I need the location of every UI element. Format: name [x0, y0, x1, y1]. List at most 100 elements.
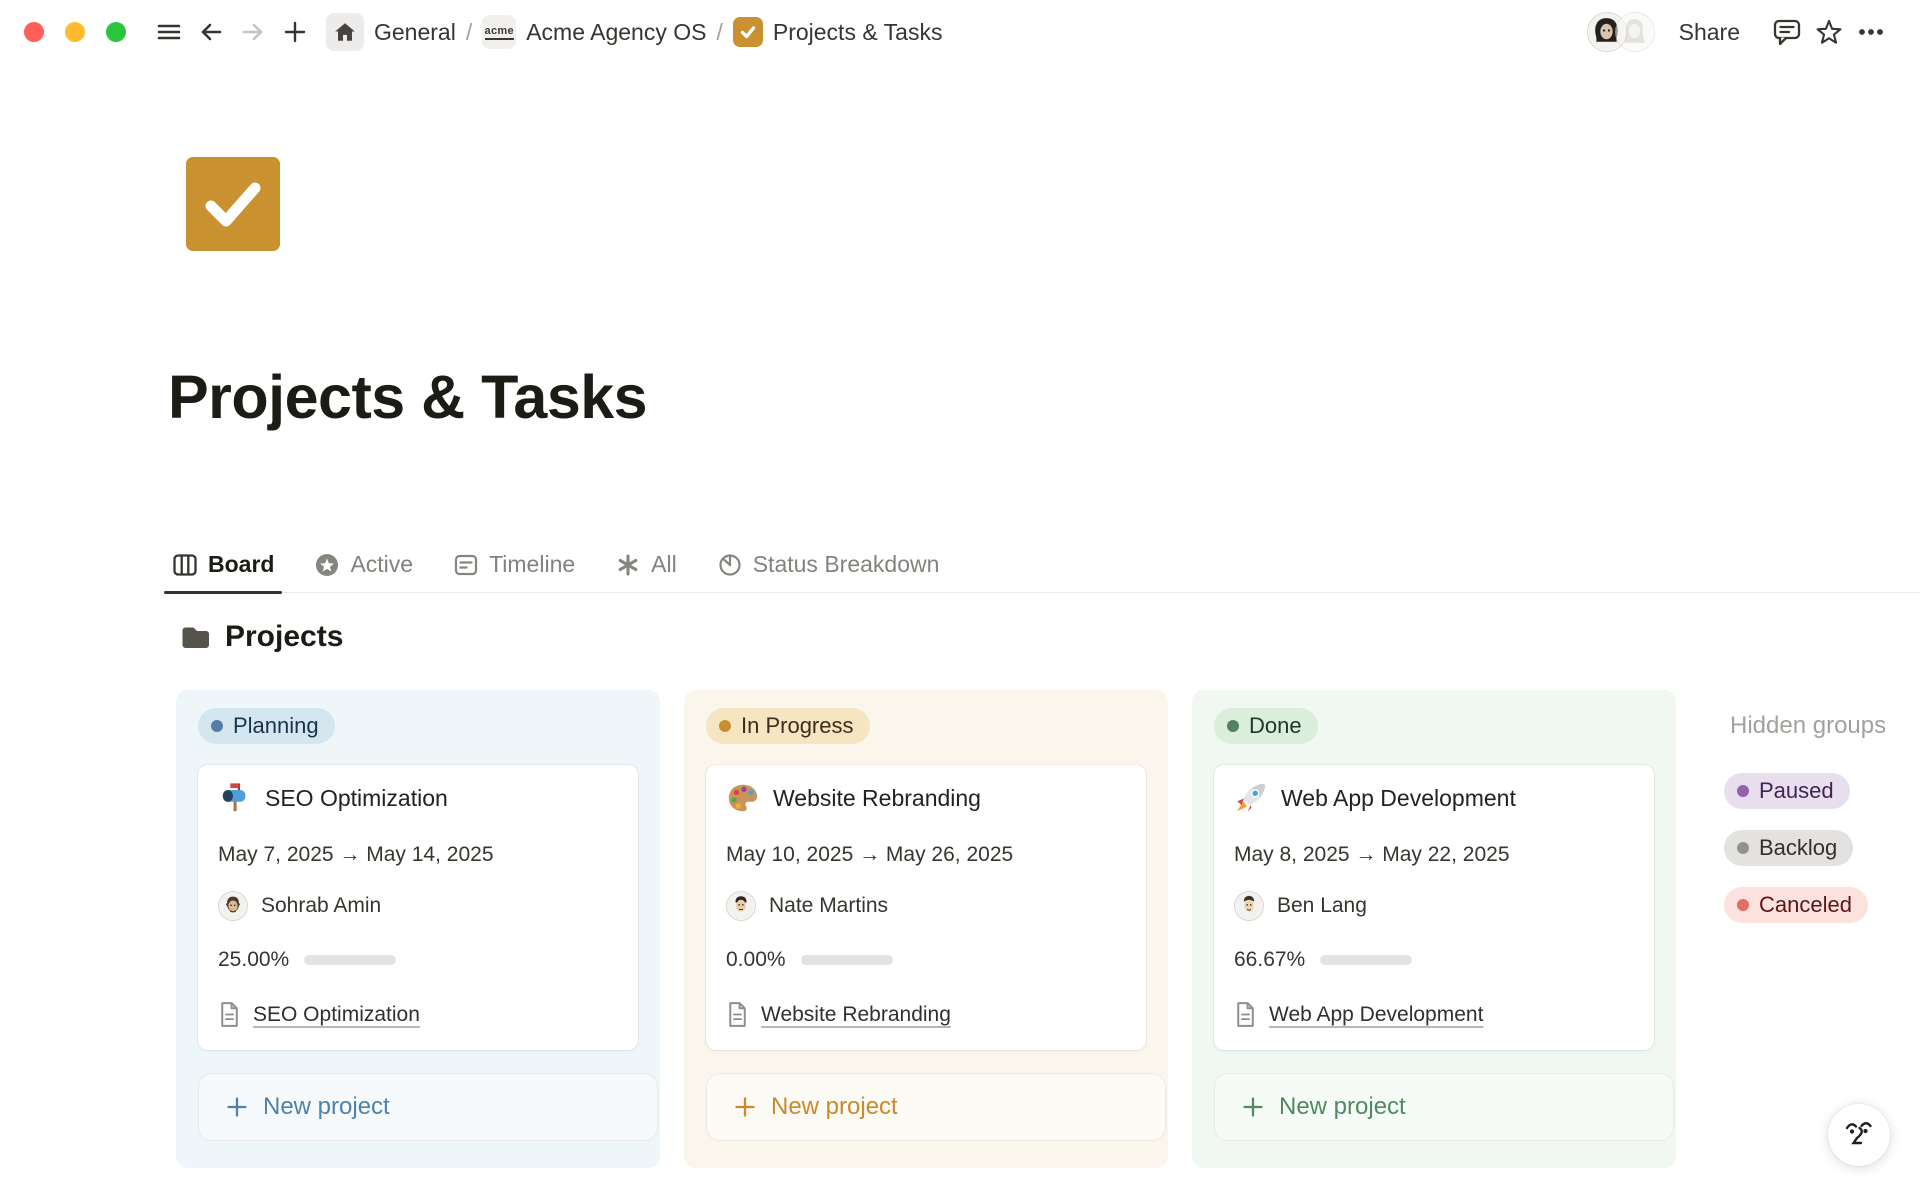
kanban-board: Planning SEO Optimization May 7, 2025 → … — [0, 690, 1920, 1168]
asterisk-icon — [615, 552, 641, 578]
status-dot — [1737, 842, 1749, 854]
arrow-left-icon — [197, 18, 225, 46]
plus-icon — [1241, 1095, 1265, 1119]
new-project-button[interactable]: New project — [1214, 1073, 1674, 1141]
checkbox-page-icon[interactable] — [733, 17, 763, 47]
star-circle-icon — [314, 552, 340, 578]
progress-bar — [801, 955, 893, 965]
new-page-button[interactable] — [274, 11, 316, 53]
page-link[interactable]: Web App Development — [1269, 1003, 1483, 1027]
card-title: Web App Development — [1281, 785, 1516, 812]
view-tabs: Board Active Timeline All Status Breakdo… — [170, 545, 1920, 593]
section-title: Projects — [225, 620, 343, 654]
status-dot — [211, 720, 223, 732]
more-options-button[interactable] — [1850, 11, 1892, 53]
pie-chart-icon — [717, 552, 743, 578]
document-icon — [726, 1001, 749, 1028]
hamburger-icon — [155, 18, 183, 46]
forward-button[interactable] — [232, 11, 274, 53]
hidden-group-backlog[interactable]: Backlog — [1724, 830, 1853, 866]
assignee-avatar — [1234, 891, 1264, 921]
hidden-group-paused[interactable]: Paused — [1724, 773, 1850, 809]
collaborator-avatars[interactable] — [1587, 12, 1655, 52]
card-title: Website Rebranding — [773, 785, 981, 812]
breadcrumb-separator: / — [466, 19, 472, 46]
rocket-emoji-icon — [1234, 781, 1268, 815]
tab-active[interactable]: Active — [312, 545, 415, 592]
minimize-window-button[interactable] — [65, 22, 85, 42]
hidden-groups-label: Hidden groups — [1730, 712, 1886, 740]
breadcrumb: General / acme Acme Agency OS / Projects… — [326, 13, 942, 51]
star-icon — [1813, 16, 1845, 48]
status-dot — [1737, 899, 1749, 911]
home-icon[interactable] — [326, 13, 364, 51]
comments-button[interactable] — [1766, 11, 1808, 53]
progress-value: 66.67% — [1234, 948, 1305, 972]
breadcrumb-separator: / — [716, 19, 722, 46]
favorite-button[interactable] — [1808, 11, 1850, 53]
share-button[interactable]: Share — [1679, 19, 1740, 46]
progress-bar — [1320, 955, 1412, 965]
status-pill-in-progress[interactable]: In Progress — [706, 708, 870, 744]
card-title: SEO Optimization — [265, 785, 448, 812]
board-column-in-progress: In Progress Website Rebranding May 10, 2… — [684, 690, 1168, 1168]
card-date-range: May 10, 2025 → May 26, 2025 — [726, 843, 1126, 867]
back-button[interactable] — [190, 11, 232, 53]
ellipsis-icon — [1855, 16, 1887, 48]
open-mailbox-emoji-icon — [218, 781, 252, 815]
board-section-header: Projects — [180, 620, 1920, 654]
arrow-right-icon — [239, 18, 267, 46]
zoom-window-button[interactable] — [106, 22, 126, 42]
document-icon — [218, 1001, 241, 1028]
project-card[interactable]: Web App Development May 8, 2025 → May 22… — [1214, 765, 1654, 1050]
assignee-name: Sohrab Amin — [261, 894, 381, 918]
plus-icon — [225, 1095, 249, 1119]
breadcrumb-item-acme-agency-os[interactable]: Acme Agency OS — [526, 19, 706, 46]
notion-ai-button[interactable] — [1828, 1104, 1890, 1166]
tab-timeline[interactable]: Timeline — [451, 545, 577, 592]
plus-icon — [733, 1095, 757, 1119]
status-pill-done[interactable]: Done — [1214, 708, 1318, 744]
ai-face-icon — [1842, 1117, 1876, 1153]
assignee-avatar — [218, 891, 248, 921]
new-project-button[interactable]: New project — [198, 1073, 658, 1141]
close-window-button[interactable] — [24, 22, 44, 42]
document-icon — [1234, 1001, 1257, 1028]
assignee-name: Nate Martins — [769, 894, 888, 918]
hidden-group-canceled[interactable]: Canceled — [1724, 887, 1868, 923]
card-date-range: May 8, 2025 → May 22, 2025 — [1234, 843, 1634, 867]
progress-value: 0.00% — [726, 948, 786, 972]
project-card[interactable]: SEO Optimization May 7, 2025 → May 14, 2… — [198, 765, 638, 1050]
plus-icon — [281, 18, 309, 46]
status-pill-planning[interactable]: Planning — [198, 708, 335, 744]
project-card[interactable]: Website Rebranding May 10, 2025 → May 26… — [706, 765, 1146, 1050]
status-dot — [719, 720, 731, 732]
board-column-planning: Planning SEO Optimization May 7, 2025 → … — [176, 690, 660, 1168]
page-title[interactable]: Projects & Tasks — [168, 362, 1920, 432]
board-view-icon — [172, 552, 198, 578]
tab-board[interactable]: Board — [170, 545, 276, 592]
assignee-avatar — [726, 891, 756, 921]
sidebar-menu-button[interactable] — [148, 11, 190, 53]
hidden-groups-panel: Hidden groups Paused Backlog Canceled — [1724, 690, 1886, 923]
progress-bar — [304, 955, 396, 965]
window-toolbar: General / acme Acme Agency OS / Projects… — [0, 0, 1920, 64]
artist-palette-emoji-icon — [726, 781, 760, 815]
breadcrumb-item-general[interactable]: General — [374, 19, 456, 46]
board-column-done: Done Web App Development May 8, 2025 → M… — [1192, 690, 1676, 1168]
comment-icon — [1771, 16, 1803, 48]
avatar — [1615, 12, 1655, 52]
folder-icon — [180, 624, 211, 651]
page-link[interactable]: SEO Optimization — [253, 1003, 420, 1027]
progress-value: 25.00% — [218, 948, 289, 972]
acme-logo-icon[interactable]: acme — [482, 15, 516, 49]
new-project-button[interactable]: New project — [706, 1073, 1166, 1141]
timeline-view-icon — [453, 552, 479, 578]
assignee-name: Ben Lang — [1277, 894, 1367, 918]
tab-status-breakdown[interactable]: Status Breakdown — [715, 545, 942, 592]
tab-all[interactable]: All — [613, 545, 679, 592]
breadcrumb-item-projects-tasks[interactable]: Projects & Tasks — [773, 19, 943, 46]
page-icon-checkbox[interactable] — [186, 157, 280, 251]
page-link[interactable]: Website Rebranding — [761, 1003, 951, 1027]
card-date-range: May 7, 2025 → May 14, 2025 — [218, 843, 618, 867]
